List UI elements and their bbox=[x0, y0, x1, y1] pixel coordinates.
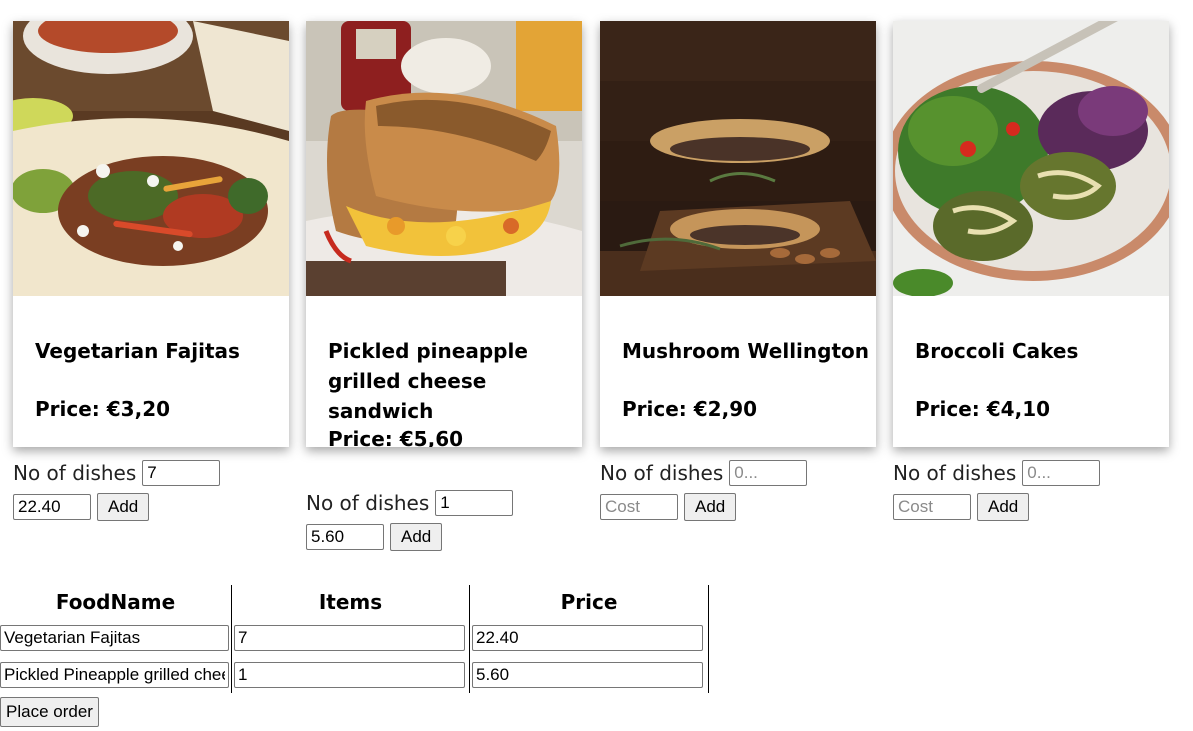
add-button[interactable]: Add bbox=[390, 523, 443, 551]
items-input[interactable] bbox=[234, 661, 465, 688]
price-input[interactable] bbox=[472, 624, 703, 651]
column-header-items: Items bbox=[231, 585, 470, 619]
dishes-label: No of dishes bbox=[306, 491, 430, 515]
price-cell bbox=[469, 656, 709, 693]
product-price: Price: €5,60 bbox=[328, 427, 464, 447]
product-title: Pickled pineapple grilled cheese sandwic… bbox=[328, 339, 528, 423]
fajitas-photo bbox=[13, 21, 289, 296]
product-controls: No of dishes Add bbox=[13, 457, 221, 523]
items-input[interactable] bbox=[234, 624, 465, 651]
foodname-cell bbox=[0, 656, 232, 693]
foodname-input[interactable] bbox=[0, 624, 229, 651]
foodname-input[interactable] bbox=[0, 661, 229, 688]
product-card: Vegetarian Fajitas Price: €3,20 bbox=[13, 21, 289, 447]
add-button[interactable]: Add bbox=[977, 493, 1030, 521]
cost-input[interactable] bbox=[893, 494, 971, 520]
add-button[interactable]: Add bbox=[684, 493, 737, 521]
price-input[interactable] bbox=[472, 661, 703, 688]
cost-input[interactable] bbox=[600, 494, 678, 520]
product-title: Vegetarian Fajitas bbox=[35, 339, 240, 363]
cost-input[interactable] bbox=[13, 494, 91, 520]
product-card-fajitas-column: Vegetarian Fajitas Price: €3,20 No of di… bbox=[13, 21, 289, 521]
dishes-input[interactable] bbox=[1022, 460, 1101, 486]
items-cell bbox=[231, 656, 470, 693]
table-row bbox=[0, 619, 709, 656]
dishes-input[interactable] bbox=[142, 460, 221, 486]
dishes-label: No of dishes bbox=[600, 461, 724, 485]
price-cell bbox=[469, 619, 709, 656]
product-price: Price: €4,10 bbox=[915, 397, 1051, 421]
add-button[interactable]: Add bbox=[97, 493, 150, 521]
product-card-broccoli-cakes-column: Broccoli Cakes Price: €4,10 No of dishes… bbox=[893, 21, 1169, 521]
product-card: Mushroom Wellington Price: €2,90 bbox=[600, 21, 876, 447]
dishes-label: No of dishes bbox=[893, 461, 1017, 485]
dishes-input[interactable] bbox=[729, 460, 808, 486]
wellington-photo bbox=[600, 21, 876, 296]
dishes-input[interactable] bbox=[435, 490, 514, 516]
product-price: Price: €2,90 bbox=[622, 397, 758, 421]
product-controls: No of dishes Add bbox=[600, 457, 808, 523]
product-card: Pickled pineapple grilled cheese sandwic… bbox=[306, 21, 582, 447]
grilled-cheese-photo bbox=[306, 21, 582, 296]
order-table: FoodName Items Price bbox=[0, 585, 709, 693]
broccoli-cakes-photo bbox=[893, 21, 1169, 296]
column-header-foodname: FoodName bbox=[0, 585, 232, 619]
table-row bbox=[0, 656, 709, 693]
product-title: Broccoli Cakes bbox=[915, 339, 1079, 363]
dishes-label: No of dishes bbox=[13, 461, 137, 485]
foodname-cell bbox=[0, 619, 232, 656]
product-card-wellington-column: Mushroom Wellington Price: €2,90 No of d… bbox=[600, 21, 876, 521]
place-order-button[interactable]: Place order bbox=[0, 697, 99, 727]
column-header-price: Price bbox=[469, 585, 709, 619]
product-controls: No of dishes Add bbox=[306, 487, 514, 553]
cost-input[interactable] bbox=[306, 524, 384, 550]
items-cell bbox=[231, 619, 470, 656]
product-card-grilled-cheese-column: Pickled pineapple grilled cheese sandwic… bbox=[306, 21, 582, 551]
product-title: Mushroom Wellington bbox=[622, 339, 870, 363]
product-controls: No of dishes Add bbox=[893, 457, 1101, 523]
product-price: Price: €3,20 bbox=[35, 397, 171, 421]
order-table-header: FoodName Items Price bbox=[0, 585, 709, 619]
product-card: Broccoli Cakes Price: €4,10 bbox=[893, 21, 1169, 447]
